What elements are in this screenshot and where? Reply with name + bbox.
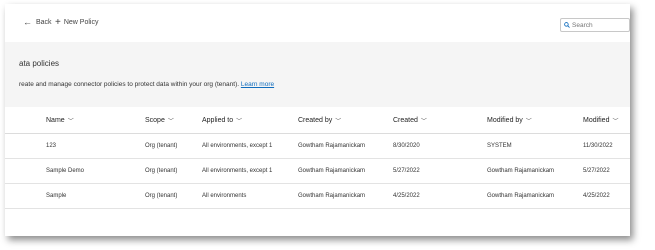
cell-applied-to: All environments, except 1: [202, 168, 273, 174]
cell-name[interactable]: 123: [46, 134, 56, 158]
cell-created: 5/27/2022: [393, 168, 420, 174]
column-header-modified-by[interactable]: Modified by ﹀: [487, 107, 532, 133]
cell-modified: 11/30/2022: [583, 143, 613, 149]
page-title: ata policies: [19, 59, 60, 68]
chevron-down-icon: ﹀: [167, 118, 174, 125]
chevron-down-icon: ﹀: [612, 118, 619, 125]
back-label: Back: [36, 19, 52, 26]
new-policy-button[interactable]: + New Policy: [55, 17, 99, 28]
table-row[interactable]: Sample Org (tenant) All environments Gow…: [5, 184, 630, 209]
cell-applied-to: All environments: [202, 193, 247, 199]
arrow-left-icon: ←: [23, 17, 32, 27]
chevron-down-icon: ﹀: [236, 118, 243, 125]
search-icon: [564, 22, 570, 28]
column-header-scope[interactable]: Scope ﹀: [145, 107, 174, 133]
cell-scope: Org (tenant): [145, 143, 178, 149]
cell-created: 8/30/2020: [393, 143, 420, 149]
table-row[interactable]: Sample Demo Org (tenant) All environment…: [5, 159, 630, 184]
back-button[interactable]: ← Back: [23, 17, 52, 27]
column-header-created[interactable]: Created ﹀: [393, 107, 427, 133]
column-header-modified[interactable]: Modified ﹀: [583, 107, 618, 133]
chevron-down-icon: ﹀: [335, 118, 342, 125]
page-description: reate and manage connector policies to p…: [19, 81, 274, 88]
cell-modified-by: Gowtham Rajamanickam: [487, 168, 555, 174]
chevron-down-icon: ﹀: [525, 118, 532, 125]
search-input[interactable]: [572, 21, 624, 29]
column-header-applied-to[interactable]: Applied to ﹀: [202, 107, 242, 133]
cell-modified: 5/27/2022: [583, 168, 610, 174]
cell-name[interactable]: Sample: [46, 184, 66, 208]
description-text: reate and manage connector policies to p…: [19, 81, 240, 88]
chevron-down-icon: ﹀: [67, 118, 74, 125]
search-box[interactable]: [560, 18, 630, 32]
cell-created-by: Gowtham Rajamanickam: [298, 193, 366, 199]
column-header-created-by[interactable]: Created by ﹀: [298, 107, 341, 133]
table-row[interactable]: 123 Org (tenant) All environments, excep…: [5, 134, 630, 159]
learn-more-link[interactable]: Learn more: [241, 81, 274, 88]
cell-modified-by: SYSTEM: [487, 143, 512, 149]
table-header-row: Name ﹀ Scope ﹀ Applied to ﹀ Created by ﹀ Cre…: [5, 107, 630, 134]
column-header-name[interactable]: Name ﹀: [46, 107, 74, 133]
app-frame: ← Back + New Policy ata policies reate a…: [5, 4, 630, 236]
chevron-down-icon: ﹀: [420, 118, 427, 125]
cell-created-by: Gowtham Rajamanickam: [298, 143, 366, 149]
cell-applied-to: All environments, except 1: [202, 143, 273, 149]
cell-scope: Org (tenant): [145, 168, 178, 174]
plus-icon: +: [55, 17, 61, 28]
page-header: ata policies reate and manage connector …: [5, 42, 630, 107]
cell-modified-by: Gowtham Rajamanickam: [487, 193, 555, 199]
cell-name[interactable]: Sample Demo: [46, 159, 84, 183]
command-bar: ← Back + New Policy: [5, 4, 630, 38]
cell-scope: Org (tenant): [145, 193, 178, 199]
cell-modified: 4/25/2022: [583, 193, 610, 199]
new-policy-label: New Policy: [63, 19, 99, 26]
cell-created-by: Gowtham Rajamanickam: [298, 168, 366, 174]
policies-table: Name ﹀ Scope ﹀ Applied to ﹀ Created by ﹀ Cre…: [5, 107, 630, 209]
cell-created: 4/25/2022: [393, 193, 420, 199]
